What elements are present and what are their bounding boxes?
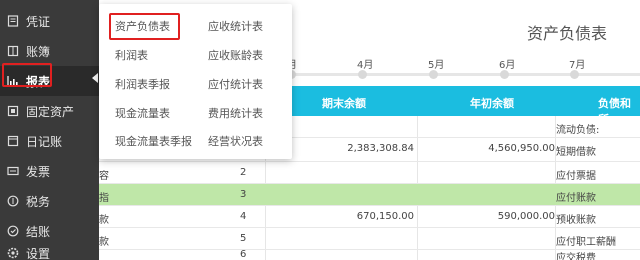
row-item-name: 款 [99,215,109,226]
table-row: 6 应交税费 [99,248,640,260]
row-item-name: 指 [99,193,109,204]
liability-item-name: 短期借款 [556,147,596,158]
opening-balance-cell: 4,560,950.00 [488,143,555,154]
month-label[interactable]: 4月 [357,56,373,71]
sidebar-item-label: 凭证 [26,14,51,29]
tax-icon [7,195,19,207]
menu-item-payables-stats[interactable]: 应付统计表 [208,76,263,92]
sidebar-item-label: 结账 [26,224,51,239]
month-label[interactable]: 7月 [569,56,585,71]
voucher-icon [7,15,19,27]
menu-item-cash-flow-statement[interactable]: 现金流量表 [115,105,170,121]
row-number: 6 [240,249,247,260]
close-books-icon [7,225,19,237]
column-header-opening-balance: 年初余额 [470,97,514,110]
table-row: 款 5 应付职工薪酬 [99,228,640,250]
timeline-dot[interactable] [570,70,579,79]
sidebar-item-voucher[interactable]: 凭证 [0,6,99,36]
page-title: 资产负债表 [526,24,607,43]
timeline-dot[interactable] [358,70,367,79]
table-row: 容 2 应付票据 [99,162,640,184]
sidebar-item-settings[interactable]: 设置 [0,238,99,260]
journal-icon [7,135,19,147]
menu-item-balance-sheet[interactable]: 资产负债表 [115,18,170,34]
sidebar: 凭证 账簿 报表 固定资产 日记账 发票 税务 结账 设置 [0,0,99,260]
row-number: 3 [240,189,247,200]
month-label[interactable]: 6月 [499,56,515,71]
timeline-dot[interactable] [500,70,509,79]
menu-item-operating-status[interactable]: 经营状况表 [208,133,263,149]
row-number: 5 [240,233,247,244]
menu-item-income-statement-quarterly[interactable]: 利润表季报 [115,76,170,92]
fixed-asset-icon [7,105,19,117]
settings-icon [7,247,19,259]
menu-item-receivables-stats[interactable]: 应收统计表 [208,18,263,34]
menu-item-cash-flow-quarterly[interactable]: 现金流量表季报 [115,133,192,149]
sidebar-item-fixed-assets[interactable]: 固定资产 [0,96,99,126]
table-row-highlighted: 指 3 应付账款 [99,184,640,206]
sidebar-item-tax[interactable]: 税务 [0,186,99,216]
row-item-name: 容 [99,171,109,182]
sidebar-item-label: 固定资产 [26,104,75,119]
ending-balance-cell: 670,150.00 [356,211,414,222]
row-number: 4 [240,211,247,222]
sidebar-item-label: 税务 [26,194,51,209]
row-item-name: 款 [99,237,109,248]
ledger-icon [7,45,19,57]
column-header-ending-balance: 期末余额 [322,97,366,110]
liability-item-name: 流动负债: [556,125,600,136]
invoice-icon [7,165,19,177]
sidebar-item-journal[interactable]: 日记账 [0,126,99,156]
opening-balance-cell: 590,000.00 [497,211,555,222]
sidebar-item-label: 账簿 [26,44,51,59]
sidebar-item-invoice[interactable]: 发票 [0,156,99,186]
liability-item-name: 应付职工薪酬 [556,237,616,248]
annotation-highlight-box [2,63,52,87]
liability-item-name: 应付账款 [556,193,596,204]
table-row: 款 4 670,150.00 590,000.00 预收账款 [99,206,640,228]
sidebar-item-label: 日记账 [26,134,63,149]
row-number: 2 [240,167,247,178]
sidebar-item-label: 设置 [26,246,51,260]
sidebar-item-label: 发票 [26,164,51,179]
menu-item-income-statement[interactable]: 利润表 [115,47,148,63]
menu-item-expense-stats[interactable]: 费用统计表 [208,105,263,121]
menu-pointer-arrow [92,73,98,83]
ending-balance-cell: 2,383,308.84 [347,143,414,154]
sidebar-item-ledger[interactable]: 账簿 [0,36,99,66]
menu-item-receivables-aging[interactable]: 应收账龄表 [208,47,263,63]
liability-item-name: 应交税费 [556,253,596,260]
timeline-dot[interactable] [429,70,438,79]
liability-item-name: 预收账款 [556,215,596,226]
month-label[interactable]: 5月 [428,56,444,71]
report-dropdown-menu: 资产负债表 利润表 利润表季报 现金流量表 现金流量表季报 应收统计表 应收账龄… [99,4,292,159]
liability-item-name: 应付票据 [556,171,596,182]
